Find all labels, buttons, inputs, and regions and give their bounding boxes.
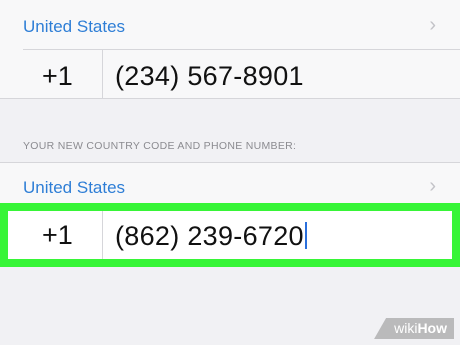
watermark-prefix: wiki — [394, 320, 418, 336]
new-phone-number-text: (862) 239-6720 — [115, 221, 304, 251]
new-country-label: United States — [23, 178, 126, 197]
divider — [0, 98, 460, 99]
highlight-frame: +1 (862) 239-6720 — [0, 203, 460, 267]
current-country-row[interactable]: United States › — [0, 0, 460, 48]
new-country-code-field[interactable]: +1 — [42, 222, 73, 249]
current-phone-row: +1 (234) 567-8901 — [0, 50, 460, 98]
current-country-code: +1 — [42, 61, 73, 91]
field-divider — [102, 50, 103, 98]
new-country-row[interactable]: United States › — [0, 163, 460, 203]
watermark-suffix: How — [417, 320, 447, 336]
chevron-right-icon: › — [429, 14, 436, 36]
wikihow-watermark: wikiHow — [374, 318, 454, 339]
current-country-label: United States — [23, 17, 126, 36]
field-divider — [102, 211, 103, 259]
section-header: YOUR NEW COUNTRY CODE AND PHONE NUMBER: — [23, 140, 297, 152]
current-phone-number: (234) 567-8901 — [115, 61, 304, 91]
current-number-group: United States › +1 (234) 567-8901 — [0, 0, 460, 98]
text-cursor — [304, 222, 307, 249]
new-phone-number-field[interactable]: (862) 239-6720 — [115, 222, 307, 250]
chevron-right-icon: › — [429, 175, 436, 197]
new-phone-row: +1 (862) 239-6720 — [8, 211, 452, 259]
